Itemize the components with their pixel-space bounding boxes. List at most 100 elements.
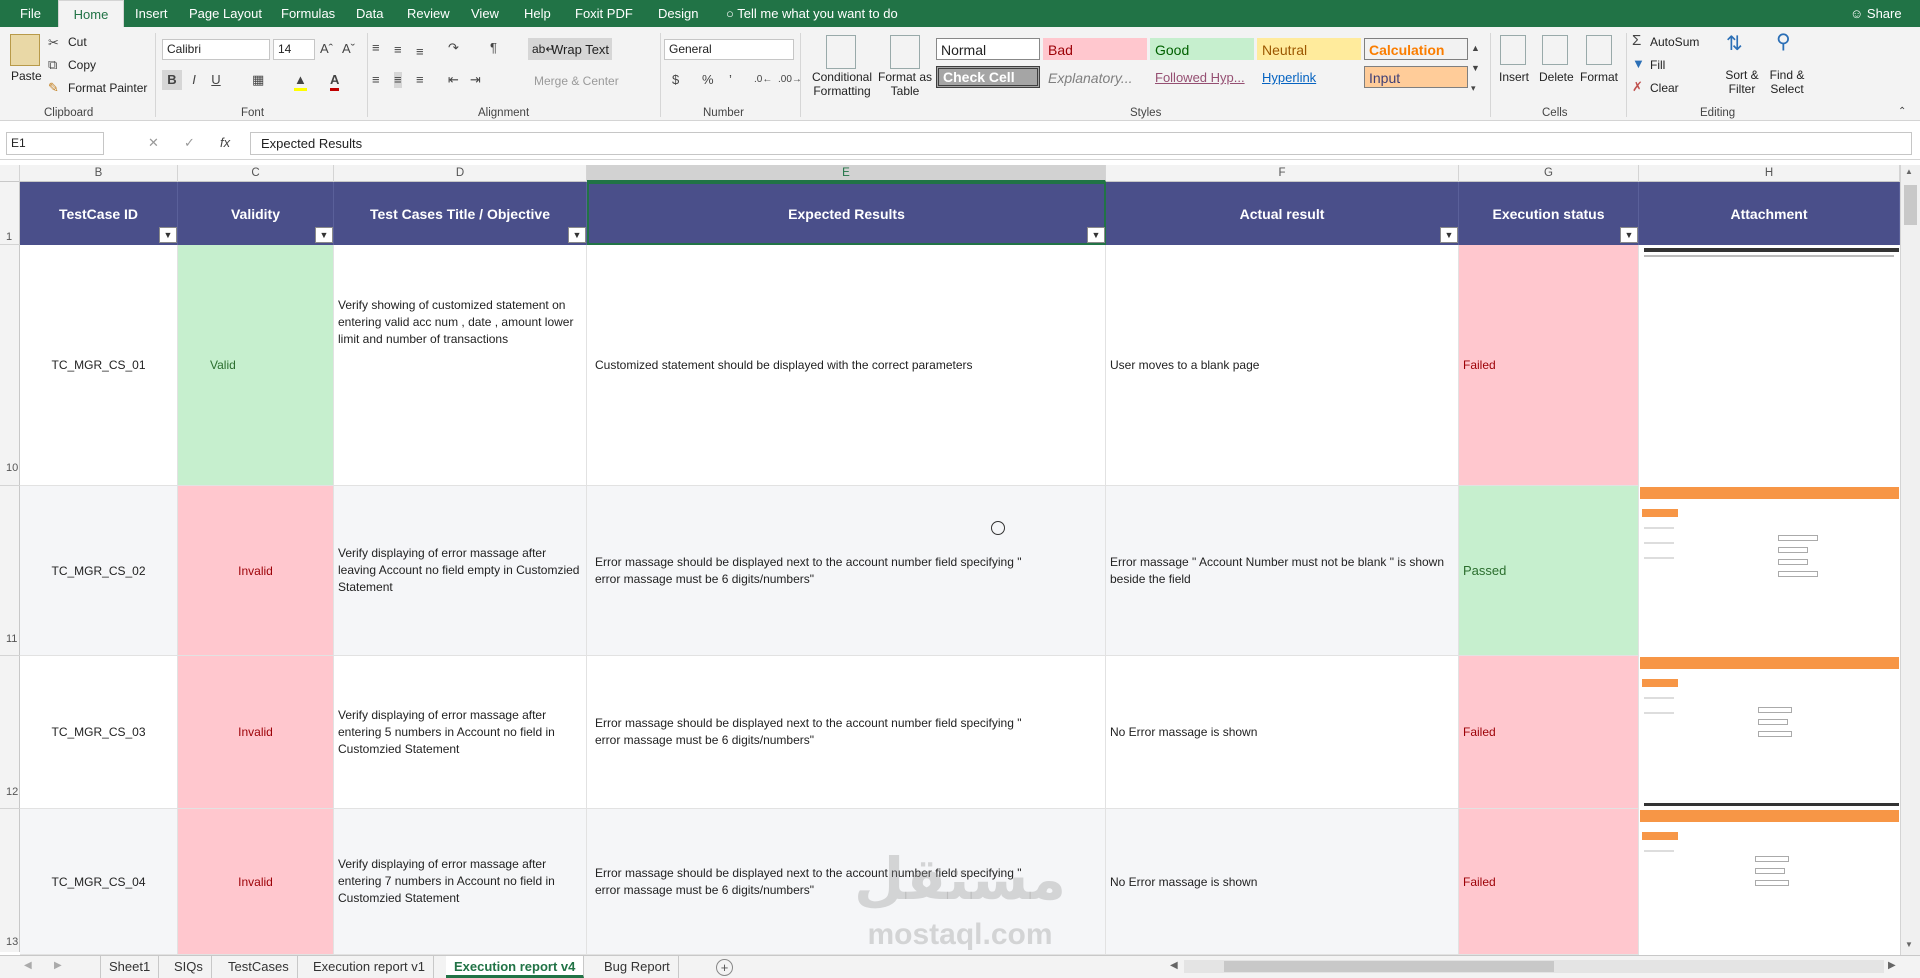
prev-sheet-icon[interactable]: ◀ xyxy=(24,960,32,971)
column-header-e[interactable]: E xyxy=(587,165,1106,182)
style-input[interactable]: Input xyxy=(1364,66,1468,88)
align-left-icon[interactable]: ≡ xyxy=(372,72,380,88)
align-center-icon[interactable]: ≡ xyxy=(394,72,402,88)
cell-expected[interactable]: Error massage should be displayed next t… xyxy=(587,486,1106,656)
horizontal-scrollbar[interactable] xyxy=(1184,960,1884,973)
cell-actual[interactable]: No Error massage is shown xyxy=(1106,809,1459,955)
sheet-tab[interactable]: Execution report v1 xyxy=(305,956,435,978)
tell-me-box[interactable]: ○ Tell me what you want to do xyxy=(722,0,902,27)
attachment-screenshot-image[interactable] xyxy=(1640,246,1899,485)
header-actual-result[interactable]: Actual result xyxy=(1106,182,1459,245)
filter-dropdown-icon[interactable]: ▼ xyxy=(315,227,333,243)
cell-status[interactable]: Failed xyxy=(1459,656,1639,809)
cell-title[interactable]: Verify displaying of error massage after… xyxy=(334,809,587,955)
row-header[interactable]: 12 xyxy=(0,656,20,809)
decrease-decimal-icon[interactable]: .00→ xyxy=(778,72,802,88)
row-header[interactable]: 1 xyxy=(0,182,20,245)
scroll-up-icon[interactable]: ▲ xyxy=(1905,167,1913,176)
cell-status[interactable]: Failed xyxy=(1459,809,1639,955)
hscroll-left-icon[interactable]: ◀ xyxy=(1170,960,1178,971)
cell-testcase-id[interactable]: TC_MGR_CS_02 xyxy=(20,486,178,656)
tab-formulas[interactable]: Formulas xyxy=(277,0,339,27)
cell-validity[interactable]: Invalid xyxy=(178,486,334,656)
cell-expected[interactable]: Customized statement should be displayed… xyxy=(587,245,1106,486)
header-execution-status[interactable]: Execution status xyxy=(1459,182,1639,245)
row-header[interactable]: 11 xyxy=(0,486,20,656)
cell-actual[interactable]: User moves to a blank page xyxy=(1106,245,1459,486)
align-right-icon[interactable]: ≡ xyxy=(416,72,424,88)
cell-testcase-id[interactable]: TC_MGR_CS_01 xyxy=(20,245,178,486)
style-calculation[interactable]: Calculation xyxy=(1364,38,1468,60)
tab-file[interactable]: File xyxy=(16,0,45,27)
style-check-cell[interactable]: Check Cell xyxy=(936,66,1040,88)
header-validity[interactable]: Validity xyxy=(178,182,334,245)
fill-color-icon[interactable]: ▲ xyxy=(294,72,307,91)
style-neutral[interactable]: Neutral xyxy=(1257,38,1361,60)
format-as-table-button[interactable]: Format as Table xyxy=(876,70,934,98)
add-sheet-button[interactable]: + xyxy=(716,959,733,976)
autosum-button[interactable]: AutoSum xyxy=(1650,35,1699,49)
number-format-select[interactable]: General xyxy=(664,39,794,60)
style-hyperlink[interactable]: Hyperlink xyxy=(1257,66,1361,88)
align-top-icon[interactable]: ≡ xyxy=(372,40,380,56)
font-name-select[interactable]: Calibri xyxy=(162,39,270,60)
cell-title[interactable]: Verify displaying of error massage after… xyxy=(334,486,587,656)
style-explanatory[interactable]: Explanatory... xyxy=(1043,66,1147,88)
cell-validity[interactable]: Invalid xyxy=(178,809,334,955)
filter-dropdown-icon[interactable]: ▼ xyxy=(159,227,177,243)
delete-cells-button[interactable]: Delete xyxy=(1539,70,1574,84)
filter-dropdown-icon[interactable]: ▼ xyxy=(568,227,586,243)
row-header[interactable]: 13 xyxy=(0,809,20,952)
increase-indent-icon[interactable]: ⇥ xyxy=(470,72,481,88)
format-painter-button[interactable]: Format Painter xyxy=(68,81,147,95)
cancel-icon[interactable]: ✕ xyxy=(148,135,159,151)
sheet-tab[interactable]: SIQs xyxy=(166,956,212,978)
bold-button[interactable]: B xyxy=(162,70,182,90)
cell-testcase-id[interactable]: TC_MGR_CS_04 xyxy=(20,809,178,955)
attachment-screenshot-image[interactable] xyxy=(1640,657,1899,808)
share-button[interactable]: ☺ Share xyxy=(1846,0,1906,27)
scroll-down-icon[interactable]: ▼ xyxy=(1905,940,1913,949)
filter-dropdown-icon[interactable]: ▼ xyxy=(1620,227,1638,243)
style-followed-hyperlink[interactable]: Followed Hyp... xyxy=(1150,66,1254,88)
cut-button[interactable]: Cut xyxy=(68,35,87,49)
column-header-h[interactable]: H xyxy=(1639,165,1900,182)
sheet-tab-active[interactable]: Execution report v4 xyxy=(446,956,585,978)
select-all-corner[interactable] xyxy=(0,165,20,182)
header-attachment[interactable]: Attachment xyxy=(1639,182,1900,245)
column-header-c[interactable]: C xyxy=(178,165,334,182)
increase-font-icon[interactable]: Aˆ xyxy=(320,41,333,57)
tab-foxit-pdf[interactable]: Foxit PDF xyxy=(571,0,637,27)
tab-view[interactable]: View xyxy=(467,0,503,27)
styles-scroll-down-icon[interactable]: ▼ xyxy=(1471,60,1480,76)
borders-icon[interactable]: ▦ xyxy=(252,72,264,88)
font-size-select[interactable]: 14 xyxy=(273,39,315,60)
tab-home[interactable]: Home xyxy=(58,0,124,27)
column-header-f[interactable]: F xyxy=(1106,165,1459,182)
paste-button[interactable]: Paste xyxy=(11,69,42,83)
scroll-thumb[interactable] xyxy=(1904,185,1917,225)
rtl-icon[interactable]: ¶ xyxy=(490,40,497,56)
comma-button[interactable]: ’ xyxy=(729,72,732,88)
align-middle-icon[interactable]: ≡ xyxy=(394,42,402,58)
merge-center-button[interactable]: Merge & Center xyxy=(534,74,619,88)
percent-button[interactable]: % xyxy=(702,72,714,88)
name-box[interactable]: E1 xyxy=(6,132,104,155)
scroll-thumb[interactable] xyxy=(1224,961,1554,972)
align-bottom-icon[interactable]: ≡ xyxy=(416,44,424,60)
tab-insert[interactable]: Insert xyxy=(131,0,172,27)
style-bad[interactable]: Bad xyxy=(1043,38,1147,60)
currency-button[interactable]: $ xyxy=(672,72,679,88)
header-testcase-id[interactable]: TestCase ID xyxy=(20,182,178,245)
filter-dropdown-icon[interactable]: ▼ xyxy=(1087,227,1105,243)
cell-actual[interactable]: Error massage " Account Number must not … xyxy=(1106,486,1459,656)
cell-status[interactable]: Passed xyxy=(1459,486,1639,656)
cell-testcase-id[interactable]: TC_MGR_CS_03 xyxy=(20,656,178,809)
attachment-screenshot-image[interactable] xyxy=(1640,487,1899,655)
format-cells-button[interactable]: Format xyxy=(1580,70,1618,84)
column-header-g[interactable]: G xyxy=(1459,165,1639,182)
formula-input[interactable]: Expected Results xyxy=(250,132,1912,155)
header-title[interactable]: Test Cases Title / Objective xyxy=(334,182,587,245)
conditional-formatting-button[interactable]: Conditional Formatting xyxy=(807,70,877,98)
decrease-indent-icon[interactable]: ⇤ xyxy=(448,72,459,88)
